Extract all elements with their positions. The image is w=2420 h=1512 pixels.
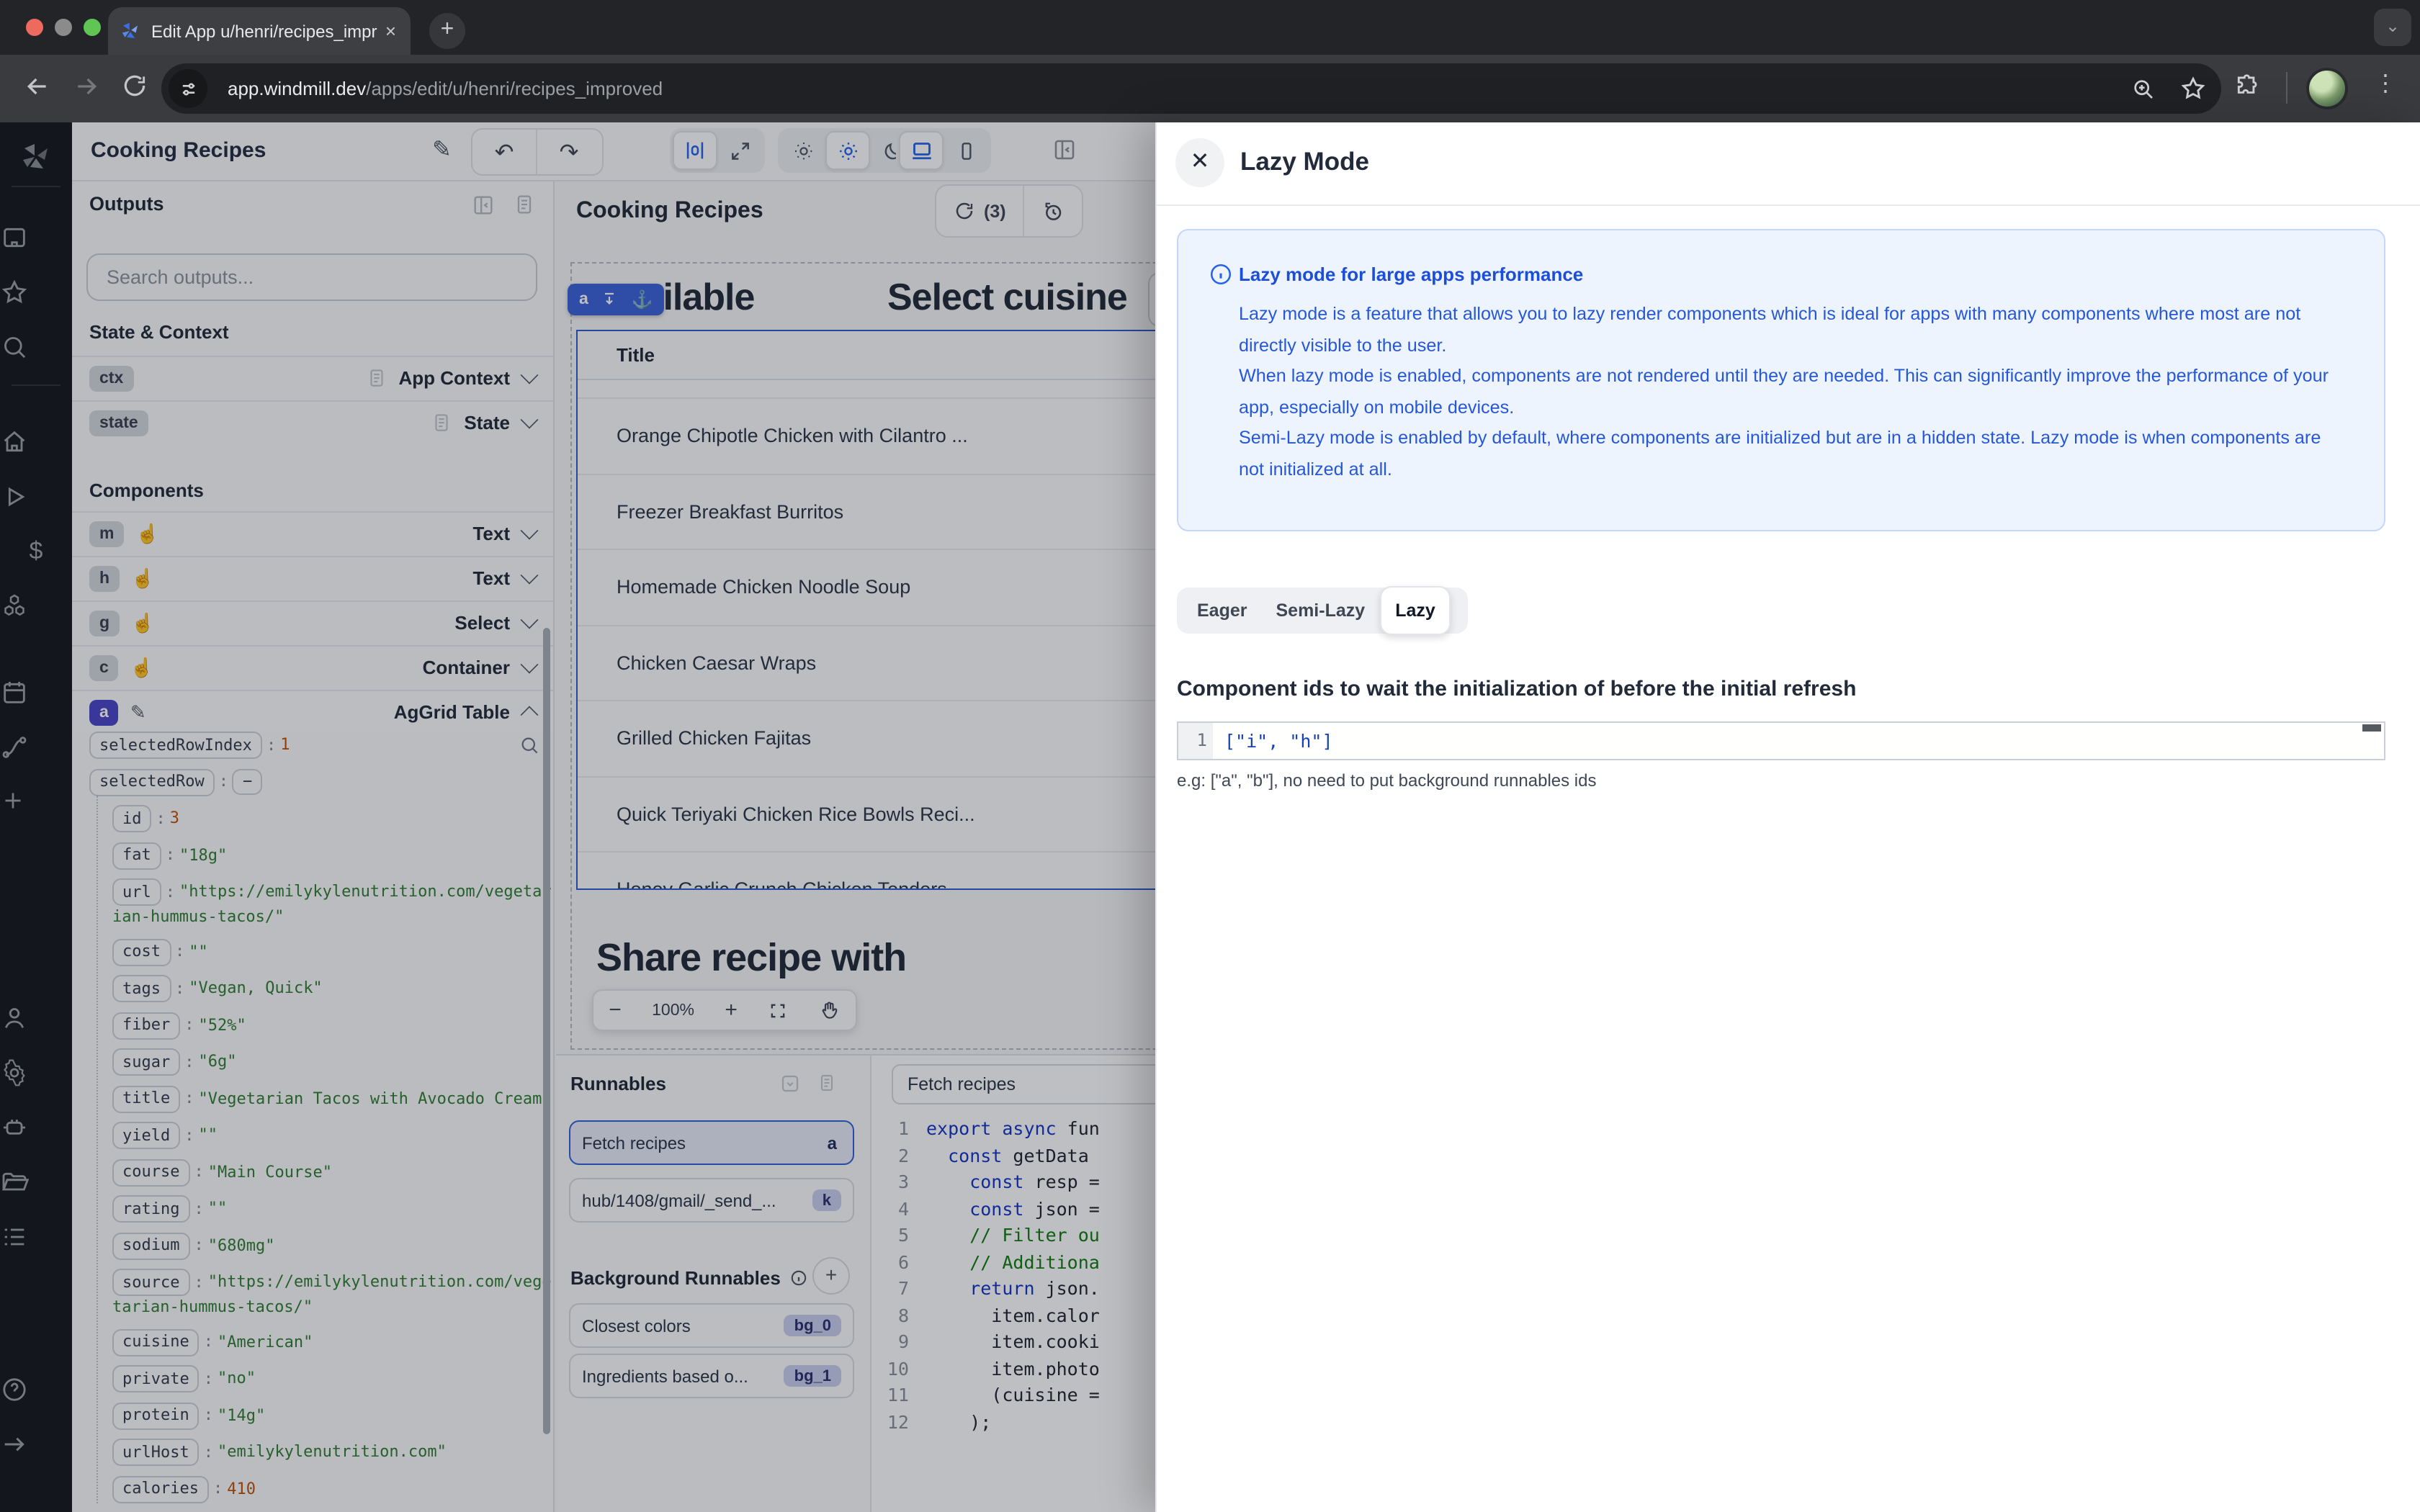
browser-tabstrip: Edit App u/henri/recipes_impr × + ⌄: [0, 0, 2420, 55]
helper-text: e.g: ["a", "b"], no need to put backgrou…: [1177, 770, 1597, 791]
lazy-mode-segmented-control: Eager Semi-Lazy Lazy: [1177, 586, 1468, 635]
bookmark-star-icon[interactable]: [2179, 75, 2207, 102]
profile-avatar[interactable]: [2306, 68, 2348, 109]
info-body: Lazy mode is a feature that allows you t…: [1239, 300, 2345, 485]
browser-menu-icon[interactable]: ⋮: [2374, 69, 2397, 98]
info-title: Lazy mode for large apps performance: [1239, 264, 1584, 285]
lazy-mode-info-box: Lazy mode for large apps performance Laz…: [1177, 229, 2385, 531]
forward-icon[interactable]: [72, 72, 101, 101]
info-paragraph: When lazy mode is enabled, components ar…: [1239, 366, 2329, 417]
tab-title: Edit App u/henri/recipes_impr: [151, 21, 377, 41]
reload-icon[interactable]: [121, 72, 148, 99]
component-ids-code-input[interactable]: 1 ["i", "h"]: [1177, 721, 2385, 760]
mode-semilazy-button[interactable]: Semi-Lazy: [1262, 600, 1380, 621]
zoom-page-icon[interactable]: [2130, 76, 2156, 102]
url-bar[interactable]: app.windmill.dev/apps/edit/u/henri/recip…: [161, 63, 2221, 114]
new-tab-button[interactable]: +: [429, 13, 465, 49]
tab-search-chevron-icon[interactable]: ⌄: [2374, 9, 2411, 46]
drawer-divider: [1157, 204, 2420, 206]
tab-close-icon[interactable]: ×: [382, 20, 399, 42]
back-icon[interactable]: [23, 72, 52, 101]
toolbar-divider: [2286, 72, 2287, 104]
windmill-favicon: [120, 20, 141, 42]
info-paragraph: Lazy mode is a feature that allows you t…: [1239, 304, 2301, 355]
mode-eager-button[interactable]: Eager: [1183, 600, 1262, 621]
maximize-window-button[interactable]: [84, 19, 101, 36]
close-window-button[interactable]: [26, 19, 43, 36]
mode-lazy-button-selected[interactable]: Lazy: [1379, 586, 1451, 635]
lazy-mode-drawer: ✕ Lazy Mode Lazy mode for large apps per…: [1155, 122, 2420, 1512]
info-icon: [1209, 262, 1233, 287]
component-ids-value: ["i", "h"]: [1224, 730, 1333, 752]
drawer-backdrop[interactable]: [0, 122, 1155, 1512]
code-line-number: 1: [1178, 723, 1213, 759]
info-paragraph: Semi-Lazy mode is enabled by default, wh…: [1239, 428, 2321, 479]
component-ids-heading: Component ids to wait the initialization…: [1177, 677, 1857, 701]
browser-tab[interactable]: Edit App u/henri/recipes_impr ×: [108, 7, 411, 55]
drawer-title: Lazy Mode: [1240, 147, 1369, 176]
site-settings-icon[interactable]: [169, 69, 207, 108]
browser-toolbar: app.windmill.dev/apps/edit/u/henri/recip…: [0, 55, 2420, 122]
url-text: app.windmill.dev/apps/edit/u/henri/recip…: [228, 78, 663, 99]
minimize-window-button[interactable]: [55, 19, 72, 36]
screenshot-root: Edit App u/henri/recipes_impr × + ⌄ app.…: [0, 0, 2420, 1512]
editor-scrollbar[interactable]: [2362, 724, 2381, 732]
close-icon[interactable]: ✕: [1175, 138, 1224, 187]
extensions-icon[interactable]: [2234, 72, 2262, 99]
